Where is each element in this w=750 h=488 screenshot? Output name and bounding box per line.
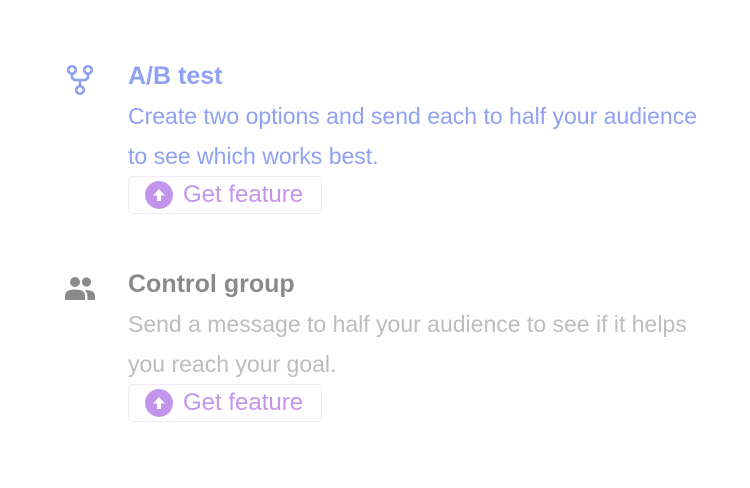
feature-title: A/B test	[128, 62, 223, 90]
get-feature-label: Get feature	[183, 389, 304, 416]
feature-description: Send a message to half your audience to …	[128, 311, 687, 377]
upgrade-arrow-icon	[145, 181, 173, 209]
feature-title: Control group	[128, 270, 295, 298]
get-feature-button[interactable]: Get feature	[128, 384, 323, 422]
get-feature-button[interactable]: Get feature	[128, 176, 323, 214]
feature-body: Control group Send a message to half you…	[128, 266, 708, 422]
upgrade-arrow-icon	[145, 389, 173, 417]
feature-description: Create two options and send each to half…	[128, 103, 697, 169]
fork-icon	[62, 62, 98, 98]
people-icon	[62, 270, 98, 306]
feature-body: A/B test Create two options and send eac…	[128, 58, 708, 214]
get-feature-label: Get feature	[183, 181, 304, 208]
